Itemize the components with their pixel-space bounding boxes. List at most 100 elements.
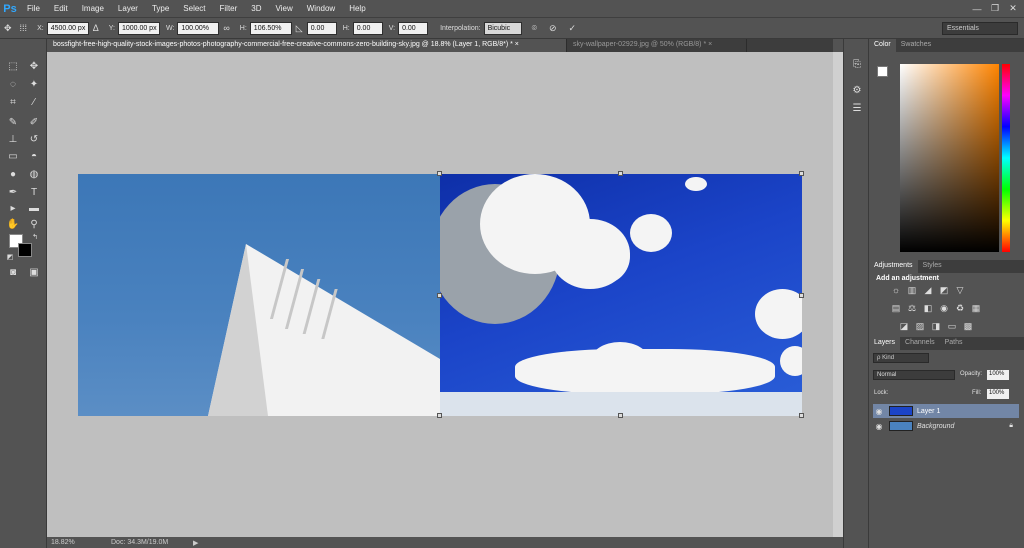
tab-channels[interactable]: Channels	[900, 337, 940, 350]
exposure-icon[interactable]: ◩	[939, 285, 949, 295]
tab-adjustments[interactable]: Adjustments	[869, 260, 918, 273]
properties-panel-icon[interactable]: ☰	[849, 101, 865, 115]
status-menu-arrow-icon[interactable]: ▶	[193, 539, 198, 547]
eyedropper-icon[interactable]: ⁄	[26, 95, 42, 109]
rectangle-tool-icon[interactable]: ▬	[26, 201, 42, 215]
y-field[interactable]: 1000.00 px	[117, 21, 160, 35]
menu-layer[interactable]: Layer	[111, 0, 145, 17]
color-balance-icon[interactable]: ⚖	[907, 303, 917, 313]
photo-filter-icon[interactable]: ◉	[939, 303, 949, 313]
rotate-field[interactable]: 0.00	[306, 21, 337, 35]
path-selection-icon[interactable]: ▸	[5, 201, 21, 215]
layer-name[interactable]: Background	[917, 423, 954, 430]
vskew-field[interactable]: 0.00	[398, 21, 429, 35]
hand-tool-icon[interactable]: ✋	[5, 217, 21, 231]
gradient-map-icon[interactable]: ▭	[947, 321, 957, 331]
visibility-eye-icon[interactable]: ◉	[873, 422, 885, 431]
opacity-field[interactable]: 100%	[987, 370, 1009, 380]
warp-icon[interactable]: ⌾	[532, 23, 537, 34]
link-icon[interactable]: ∞	[223, 23, 229, 33]
levels-icon[interactable]: ▥	[907, 285, 917, 295]
menu-image[interactable]: Image	[75, 0, 111, 17]
menu-help[interactable]: Help	[342, 0, 372, 17]
menu-select[interactable]: Select	[176, 0, 212, 17]
move-icon[interactable]: ✥	[26, 59, 42, 73]
tab-layers[interactable]: Layers	[869, 337, 901, 350]
x-field[interactable]: 4500.00 px	[46, 21, 89, 35]
healing-brush-icon[interactable]: ✎	[5, 115, 21, 129]
type-tool-icon[interactable]: T	[26, 185, 42, 199]
transform-handle[interactable]	[437, 413, 442, 418]
blend-mode-select[interactable]: Normal	[873, 370, 955, 380]
pen-tool-icon[interactable]: ✒	[5, 185, 21, 199]
selective-color-icon[interactable]: ▩	[963, 321, 973, 331]
zoom-level[interactable]: 18.82%	[51, 539, 101, 546]
interpolation-select[interactable]: Bicubic	[483, 21, 522, 35]
hue-saturation-icon[interactable]: ▤	[891, 303, 901, 313]
blur-tool-icon[interactable]: ●	[5, 167, 21, 181]
fg-color-swatch[interactable]	[877, 66, 888, 77]
canvas-area[interactable]	[47, 52, 833, 537]
background-color-swatch[interactable]	[18, 243, 32, 257]
menu-type[interactable]: Type	[145, 0, 176, 17]
commit-transform-icon[interactable]: ✓	[569, 23, 577, 34]
default-colors-icon[interactable]: ◩	[2, 250, 18, 264]
transform-handle[interactable]	[618, 413, 623, 418]
dodge-tool-icon[interactable]: ◍	[26, 167, 42, 181]
workspace-select[interactable]: Essentials	[942, 22, 1018, 35]
screen-mode-icon[interactable]: ▣	[26, 265, 42, 279]
width-field[interactable]: 100.00%	[177, 21, 220, 35]
transform-handle[interactable]	[799, 293, 804, 298]
tab-building-sky[interactable]: bossfight-free-high-quality-stock-images…	[47, 39, 567, 52]
brush-tool-icon[interactable]: ✐	[26, 115, 42, 129]
height-field[interactable]: 106.50%	[249, 21, 292, 35]
layer-row-layer1[interactable]: ◉ Layer 1	[873, 404, 1019, 418]
hskew-field[interactable]: 0.00	[352, 21, 383, 35]
close-icon[interactable]: ✕	[1004, 0, 1022, 17]
sky-layer-image[interactable]	[440, 174, 802, 416]
transform-handle[interactable]	[618, 171, 623, 176]
black-white-icon[interactable]: ◧	[923, 303, 933, 313]
vibrance-icon[interactable]: ▽	[955, 285, 965, 295]
color-picker-field[interactable]	[900, 64, 999, 252]
menu-3d[interactable]: 3D	[244, 0, 268, 17]
crop-tool-icon[interactable]: ⌗	[5, 95, 21, 109]
clone-stamp-icon[interactable]: ⊥	[5, 132, 21, 146]
vertical-scrollbar[interactable]	[833, 52, 843, 537]
magic-wand-icon[interactable]: ✦	[26, 77, 42, 91]
color-lookup-icon[interactable]: ▦	[971, 303, 981, 313]
cancel-transform-icon[interactable]: ⊘	[549, 23, 557, 34]
transform-handle[interactable]	[437, 293, 442, 298]
history-brush-icon[interactable]: ↺	[26, 132, 42, 146]
transform-handle[interactable]	[799, 171, 804, 176]
fill-field[interactable]: 100%	[987, 389, 1009, 399]
tool-presets-icon[interactable]: ⚙	[849, 83, 865, 97]
paint-bucket-icon[interactable]: ◓	[26, 149, 42, 163]
hue-slider[interactable]	[1002, 64, 1010, 252]
history-panel-icon[interactable]: ⎘	[849, 57, 865, 71]
layer-row-background[interactable]: ◉ Background 🔒︎	[873, 419, 1019, 433]
curves-icon[interactable]: ◢	[923, 285, 933, 295]
marquee-tool-icon[interactable]: ⬚	[5, 59, 21, 73]
zoom-tool-icon[interactable]: ⚲	[26, 217, 42, 231]
tab-paths[interactable]: Paths	[940, 337, 968, 350]
invert-icon[interactable]: ◪	[899, 321, 909, 331]
visibility-eye-icon[interactable]: ◉	[873, 407, 885, 416]
tab-color[interactable]: Color	[869, 39, 896, 52]
transform-handle[interactable]	[437, 171, 442, 176]
swap-colors-icon[interactable]: ↰	[27, 230, 43, 244]
transform-handle[interactable]	[799, 413, 804, 418]
eraser-icon[interactable]: ▭	[5, 149, 21, 163]
brightness-icon[interactable]: ☼	[891, 285, 901, 295]
menu-view[interactable]: View	[269, 0, 300, 17]
layer-name[interactable]: Layer 1	[917, 408, 940, 415]
reference-point-icon[interactable]: ⁞⁞⁞	[20, 23, 28, 33]
posterize-icon[interactable]: ▨	[915, 321, 925, 331]
menu-edit[interactable]: Edit	[47, 0, 75, 17]
move-tool-icon[interactable]: ✥	[4, 23, 12, 34]
menu-window[interactable]: Window	[300, 0, 342, 17]
lasso-tool-icon[interactable]: ◌	[5, 77, 21, 91]
threshold-icon[interactable]: ◨	[931, 321, 941, 331]
channel-mixer-icon[interactable]: ♻	[955, 303, 965, 313]
menu-filter[interactable]: Filter	[213, 0, 245, 17]
